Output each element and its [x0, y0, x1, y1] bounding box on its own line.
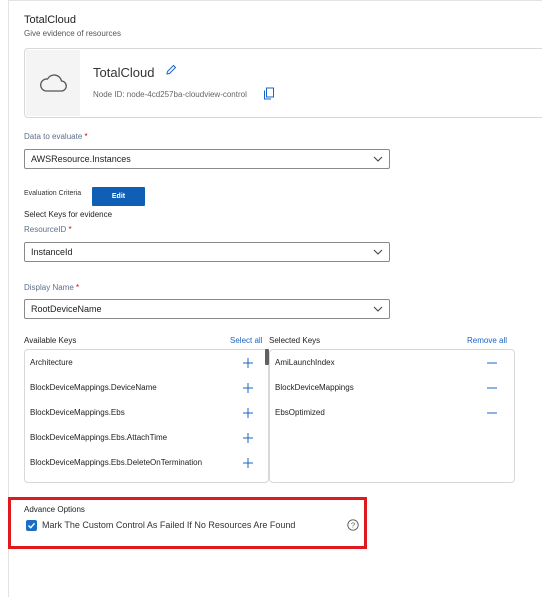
help-icon[interactable]: ?	[347, 519, 359, 531]
available-keys-list: Architecture BlockDeviceMappings.DeviceN…	[24, 349, 269, 483]
cloud-icon	[40, 74, 67, 92]
list-item: BlockDeviceMappings.Ebs	[30, 408, 125, 417]
panel-title: TotalCloud	[24, 14, 76, 26]
minus-icon[interactable]	[486, 362, 498, 364]
list-item: BlockDeviceMappings.Ebs.AttachTime	[30, 433, 168, 442]
panel-subtitle: Give evidence of resources	[24, 29, 121, 38]
advance-options-title: Advance Options	[24, 505, 85, 514]
display-name-select[interactable]: RootDeviceName	[24, 299, 390, 319]
minus-icon[interactable]	[486, 387, 498, 389]
remove-all-link[interactable]: Remove all	[467, 336, 507, 345]
chevron-down-icon	[373, 249, 383, 255]
select-all-link[interactable]: Select all	[230, 336, 262, 345]
fail-if-no-resources-checkbox[interactable]	[26, 520, 37, 531]
selected-keys-label: Selected Keys	[269, 336, 321, 345]
plus-icon[interactable]	[242, 382, 254, 394]
minus-icon[interactable]	[486, 412, 498, 414]
plus-icon[interactable]	[242, 432, 254, 444]
data-to-evaluate-label: Data to evaluate *	[24, 132, 88, 141]
plus-icon[interactable]	[242, 357, 254, 369]
chevron-down-icon	[373, 306, 383, 312]
node-id: Node ID: node-4cd257ba-cloudview-control	[93, 90, 247, 99]
check-icon	[28, 522, 36, 529]
pencil-icon[interactable]	[164, 63, 178, 77]
node-card: TotalCloud Node ID: node-4cd257ba-cloudv…	[24, 48, 542, 118]
evaluation-criteria-label: Evaluation Criteria	[24, 190, 82, 197]
resource-id-select[interactable]: InstanceId	[24, 242, 390, 262]
data-to-evaluate-select[interactable]: AWSResource.Instances	[24, 149, 390, 169]
fail-if-no-resources-label: Mark The Custom Control As Failed If No …	[42, 520, 296, 530]
select-keys-label: Select Keys for evidence	[24, 210, 113, 219]
list-item: BlockDeviceMappings.Ebs.DeleteOnTerminat…	[30, 458, 203, 467]
resource-id-label: ResourceID *	[24, 225, 72, 234]
plus-icon[interactable]	[242, 407, 254, 419]
svg-text:?: ?	[351, 521, 355, 530]
node-icon-box	[26, 50, 80, 116]
available-keys-label: Available Keys	[24, 336, 77, 345]
list-item: Architecture	[30, 358, 73, 367]
copy-icon[interactable]	[263, 87, 275, 100]
list-item: EbsOptimized	[275, 408, 325, 417]
list-item: AmiLaunchIndex	[275, 358, 335, 367]
plus-icon[interactable]	[242, 457, 254, 469]
node-name: TotalCloud	[93, 65, 155, 80]
chevron-down-icon	[373, 156, 383, 162]
list-item: BlockDeviceMappings	[275, 383, 354, 392]
display-name-label: Display Name *	[24, 283, 80, 292]
list-item: BlockDeviceMappings.DeviceName	[30, 383, 157, 392]
top-divider	[8, 0, 542, 1]
edit-criteria-button[interactable]: Edit	[92, 187, 145, 206]
selected-keys-list: AmiLaunchIndex BlockDeviceMappings EbsOp…	[269, 349, 515, 483]
